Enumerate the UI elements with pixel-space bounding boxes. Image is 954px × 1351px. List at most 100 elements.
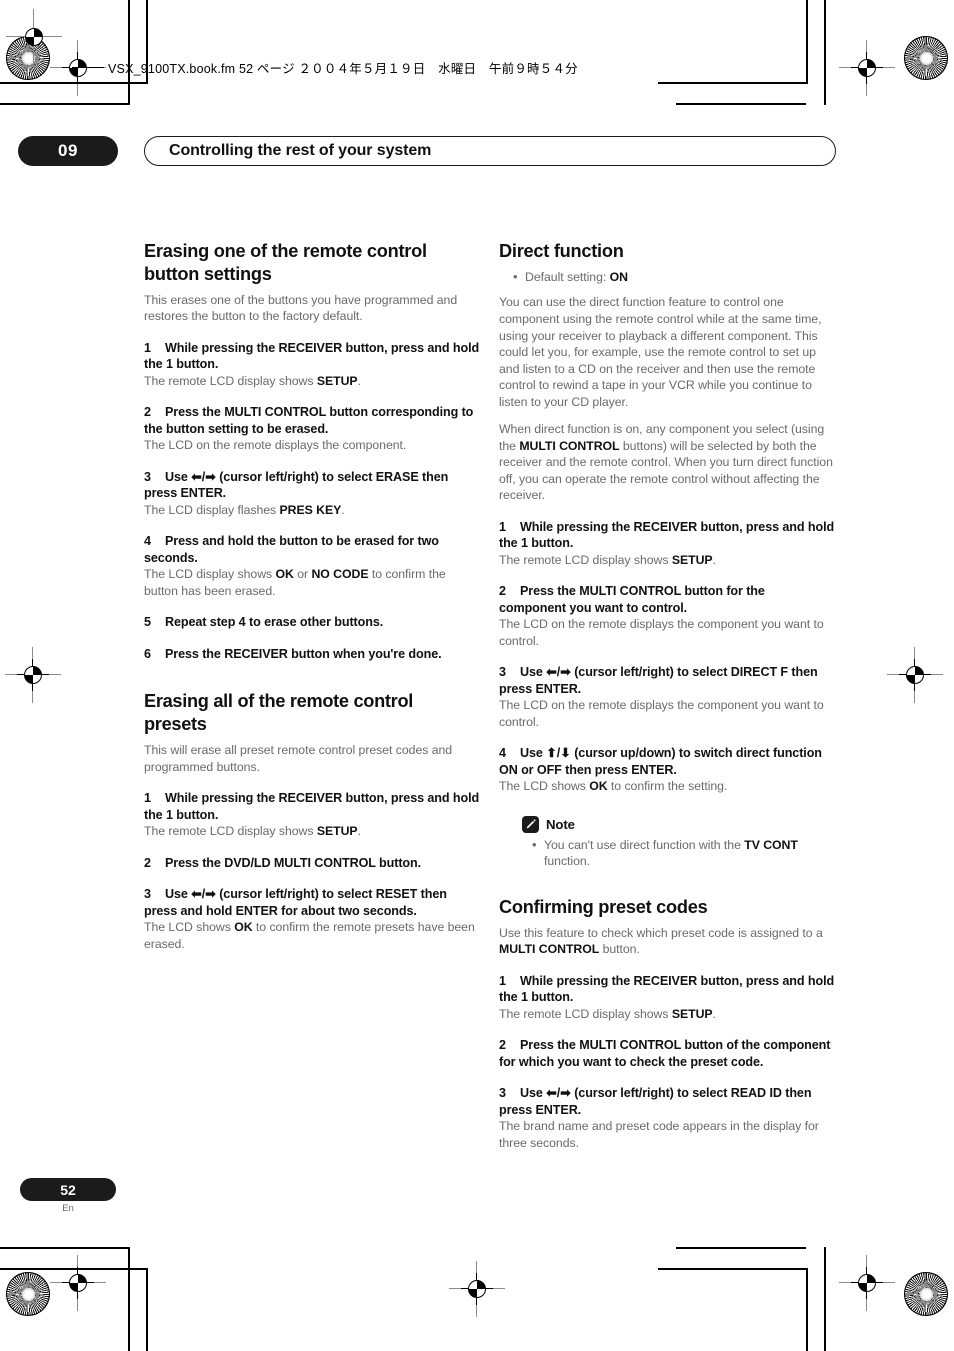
chapter-title: Controlling the rest of your system [169,142,432,159]
step-5: 5 Repeat step 4 to erase other buttons. [144,614,480,630]
note-box: Note You can't use direct function with … [499,815,835,870]
result-text: The LCD display flashes [144,502,280,517]
multi-control-term: MULTI CONTROL [499,942,600,957]
cursor-left-right-arrows-icon: ⬅/➡ [546,665,571,680]
step-3: 3 Use ⬅/➡ (cursor left/right) to select R… [499,1085,835,1118]
step-number: 3 [499,665,506,680]
moire-target-top-left [6,36,50,80]
intro-erasing-all-presets: This will erase all preset remote contro… [144,743,453,774]
step-number: 3 [144,469,151,484]
result-text: The LCD shows [144,920,235,935]
direct-function-paragraph-1: You can use the direct function feature … [499,295,822,409]
result-conjunction: or [293,567,312,582]
heading-confirming-preset-codes: Confirming preset codes [499,896,708,917]
step-label: Use [520,746,547,761]
result-text: The remote LCD display shows [499,1006,672,1021]
step-1-result: The remote LCD display shows SETUP. [144,373,480,390]
crosshair-top-left [50,40,106,96]
step-number: 5 [144,615,151,630]
step-1-result: The remote LCD display shows SETUP. [499,552,835,569]
file-header: VSX_9100TX.book.fm 52 ページ ２００４年５月１９日 水曜日… [72,58,578,77]
step-3-result: The LCD on the remote displays the compo… [499,698,824,729]
cursor-left-right-arrows-icon: ⬅/➡ [191,887,216,902]
step-2: 2 Press the DVD/LD MULTI CONTROL button. [144,855,480,871]
step-number: 4 [499,746,506,761]
note-title: Note [546,816,575,832]
chapter-number-badge: 09 [18,136,118,166]
step-number: 2 [144,855,151,870]
intro-text: Use this feature to check which preset c… [499,925,823,940]
step-number: 1 [144,340,151,355]
step-label: Use [165,469,192,484]
step-4-result: The LCD shows OK to confirm the setting. [499,778,835,795]
lcd-value-no-code: NO CODE [311,567,369,582]
result-text: The LCD shows [499,779,590,794]
step-text: While pressing the RECEIVER button, pres… [499,519,835,551]
default-setting-item: Default setting: ON [513,268,835,286]
step-3: 3 Use ⬅/➡ (cursor left/right) to select R… [144,886,480,919]
default-setting-label: Default setting: [525,269,610,284]
direct-function-paragraph-2: When direct function is on, any componen… [499,421,835,504]
lcd-value: OK [234,920,253,935]
default-setting-list: Default setting: ON [499,268,835,286]
step-number: 3 [499,1086,506,1101]
step-1-result: The remote LCD display shows SETUP. [144,823,480,840]
multi-control-term: MULTI CONTROL [519,438,620,453]
note-text-tail: function. [544,854,591,869]
lcd-value: SETUP [316,373,358,388]
step-1: 1 While pressing the RECEIVER button, pre… [499,973,835,1006]
language-code: En [62,1203,74,1214]
step-number: 3 [144,887,151,902]
file-header-text: VSX_9100TX.book.fm 52 ページ ２００４年５月１９日 水曜日… [108,62,578,76]
step-1: 1 While pressing the RECEIVER button, pre… [499,519,835,552]
page-number-badge: 52 [20,1178,116,1201]
step-text: Press the MULTI CONTROL button of the co… [499,1038,831,1069]
cursor-left-right-arrows-icon: ⬅/➡ [546,1086,571,1101]
cursor-up-down-arrows-icon: ⬆/⬇ [546,746,571,761]
step-number: 1 [499,519,506,534]
step-4-result: The LCD display shows OK or NO CODE to c… [144,566,480,599]
step-number: 1 [144,791,151,806]
step-text: While pressing the RECEIVER button, pres… [144,340,480,372]
lcd-value-ok: OK [275,567,294,582]
heading-erasing-one-button: Erasing one of the remote control button… [144,241,427,284]
step-label: Use [520,1086,547,1101]
crosshair-bottom-center [449,1261,505,1317]
step-number: 1 [499,973,506,988]
intro-confirming-preset-codes: Use this feature to check which preset c… [499,925,835,958]
step-4: 4 Use ⬆/⬇ (cursor up/down) to switch dire… [499,745,835,778]
pencil-icon [522,815,539,833]
result-text-tail: . [712,1006,716,1021]
moire-target-bottom-right [904,1272,948,1316]
step-number: 2 [499,1038,506,1053]
heading-erasing-all-presets: Erasing all of the remote control preset… [144,691,414,735]
step-3: 3 Use ⬅/➡ (cursor left/right) to select E… [144,469,480,502]
result-text: The remote LCD display shows [499,552,672,567]
result-text: The remote LCD display shows [144,824,317,839]
result-text-tail: . [357,373,361,388]
cursor-left-right-arrows-icon: ⬅/➡ [191,469,216,484]
step-1-result: The remote LCD display shows SETUP. [499,1006,835,1023]
step-3-result: The LCD display flashes PRES KEY. [144,502,480,519]
step-3-result: The brand name and preset code appears i… [499,1119,819,1150]
lcd-value: SETUP [671,1006,713,1021]
lcd-value: SETUP [671,552,713,567]
lcd-value: PRES KEY [279,502,342,517]
step-2: 2 Press the MULTI CONTROL button of the c… [499,1037,835,1070]
step-number: 4 [144,534,151,549]
step-text: Press the RECEIVER button when you're do… [165,646,442,661]
note-header: Note [522,815,835,833]
step-2: 2 Press the MULTI CONTROL button for the … [499,583,835,616]
result-text: The LCD display shows [144,567,276,582]
result-text-tail: to confirm the setting. [607,779,728,794]
step-3: 3 Use ⬅/➡ (cursor left/right) to select D… [499,664,835,697]
step-2: 2 Press the MULTI CONTROL button correspo… [144,404,480,437]
result-text-tail: . [712,552,716,567]
lcd-value: SETUP [316,824,358,839]
step-text: While pressing the RECEIVER button, pres… [144,791,480,822]
result-text: The remote LCD display shows [144,373,317,388]
step-text: Press the MULTI CONTROL button correspon… [144,405,474,436]
step-1: 1 While pressing the RECEIVER button, pre… [144,790,480,823]
step-1: 1 While pressing the RECEIVER button, pre… [144,340,480,373]
step-6: 6 Press the RECEIVER button when you're d… [144,646,480,662]
